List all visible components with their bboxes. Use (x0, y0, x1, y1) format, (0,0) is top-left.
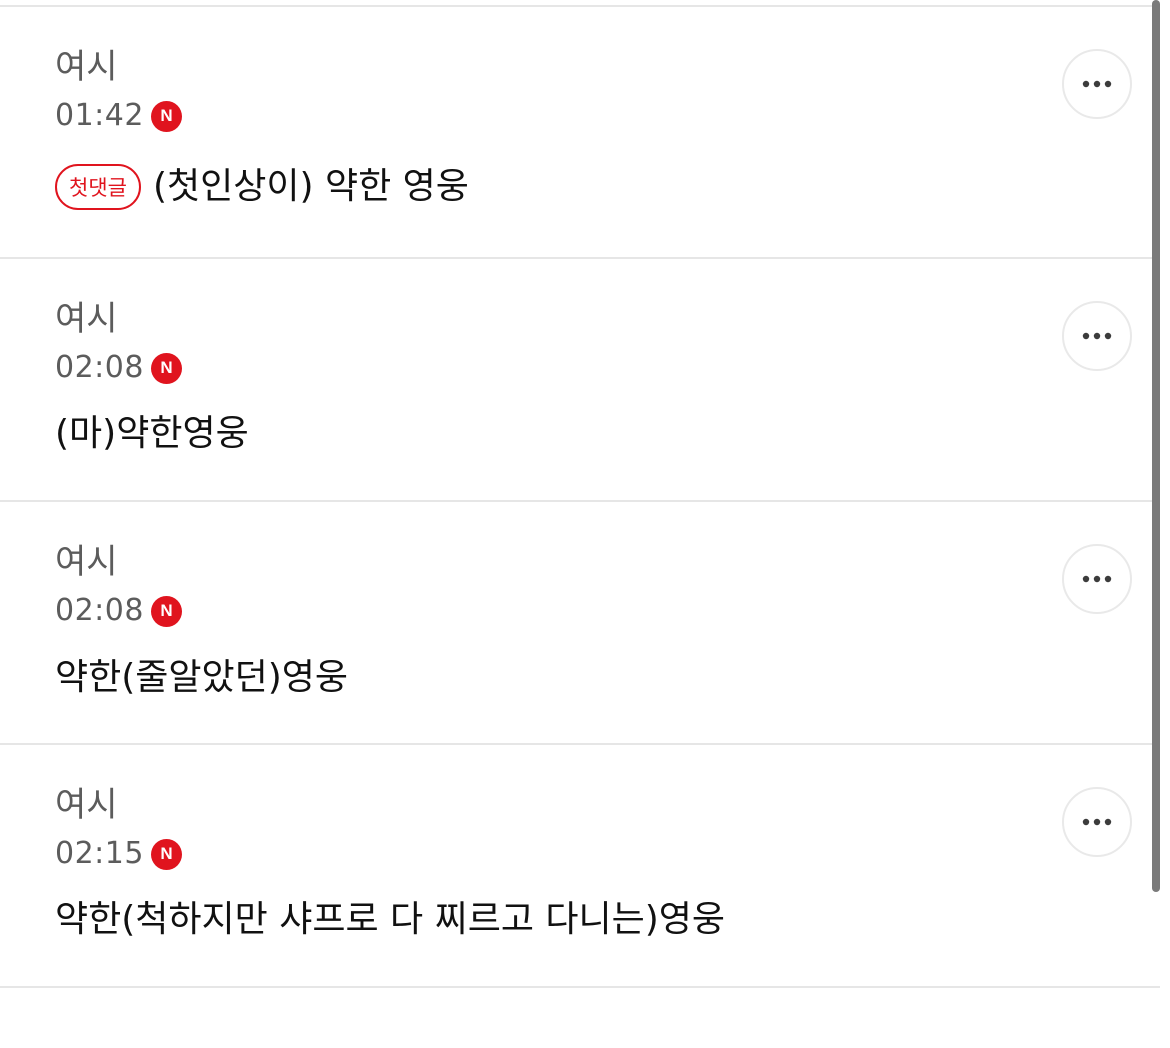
comment-text: (마)약한영웅 (55, 413, 249, 454)
comment-more-button[interactable] (1062, 787, 1132, 857)
comment-text: 약한(척하지만 샤프로 다 찌르고 다니는)영웅 (55, 899, 726, 940)
comment-body: (마)약한영웅 (55, 409, 249, 459)
new-badge: N (150, 595, 182, 627)
more-horizontal-icon (1082, 332, 1112, 340)
comment-time: 01:42 (55, 98, 144, 133)
comment-body: 약한(척하지만 샤프로 다 찌르고 다니는)영웅 (55, 895, 725, 945)
new-badge: N (150, 352, 182, 384)
new-badge: N (150, 100, 182, 132)
comment-time: 02:15 (55, 836, 144, 871)
comment-item: 여시 01:42 N 첫댓글 (첫인상이) 약한 영웅 (0, 7, 1160, 259)
comment-item: 여시 02:15 N 약한(척하지만 샤프로 다 찌르고 다니는)영웅 (0, 745, 1160, 988)
comment-author[interactable]: 여시 (55, 47, 118, 87)
comment-meta: 02:08 N (55, 350, 182, 386)
comment-author[interactable]: 여시 (55, 542, 118, 582)
comment-item: 여시 02:08 N (마)약한영웅 (0, 259, 1160, 502)
vertical-scrollbar[interactable] (1152, 0, 1160, 892)
comment-time: 02:08 (55, 350, 144, 385)
comment-text: (첫인상이) 약한 영웅 (152, 166, 469, 207)
comment-body: 첫댓글 (첫인상이) 약한 영웅 (55, 162, 469, 212)
comment-more-button[interactable] (1062, 49, 1132, 119)
comment-item: 여시 02:08 N 약한(줄알았던)영웅 (0, 502, 1160, 745)
comment-meta: 02:15 N (55, 836, 182, 872)
comment-more-button[interactable] (1062, 301, 1132, 371)
comment-time: 02:08 (55, 593, 144, 628)
comment-meta: 02:08 N (55, 593, 182, 629)
more-horizontal-icon (1082, 818, 1112, 826)
comment-body: 약한(줄알았던)영웅 (55, 653, 348, 703)
comment-author[interactable]: 여시 (55, 785, 118, 825)
comment-list-viewport: 여시 01:42 N 첫댓글 (첫인상이) 약한 영웅 여시 02:08 N (… (0, 0, 1170, 1048)
first-comment-badge: 첫댓글 (55, 164, 141, 210)
comment-text: 약한(줄알았던)영웅 (55, 657, 349, 698)
new-badge: N (150, 838, 182, 870)
more-horizontal-icon (1082, 575, 1112, 583)
comment-meta: 01:42 N (55, 98, 182, 134)
more-horizontal-icon (1082, 80, 1112, 88)
comment-more-button[interactable] (1062, 544, 1132, 614)
comment-author[interactable]: 여시 (55, 299, 118, 339)
